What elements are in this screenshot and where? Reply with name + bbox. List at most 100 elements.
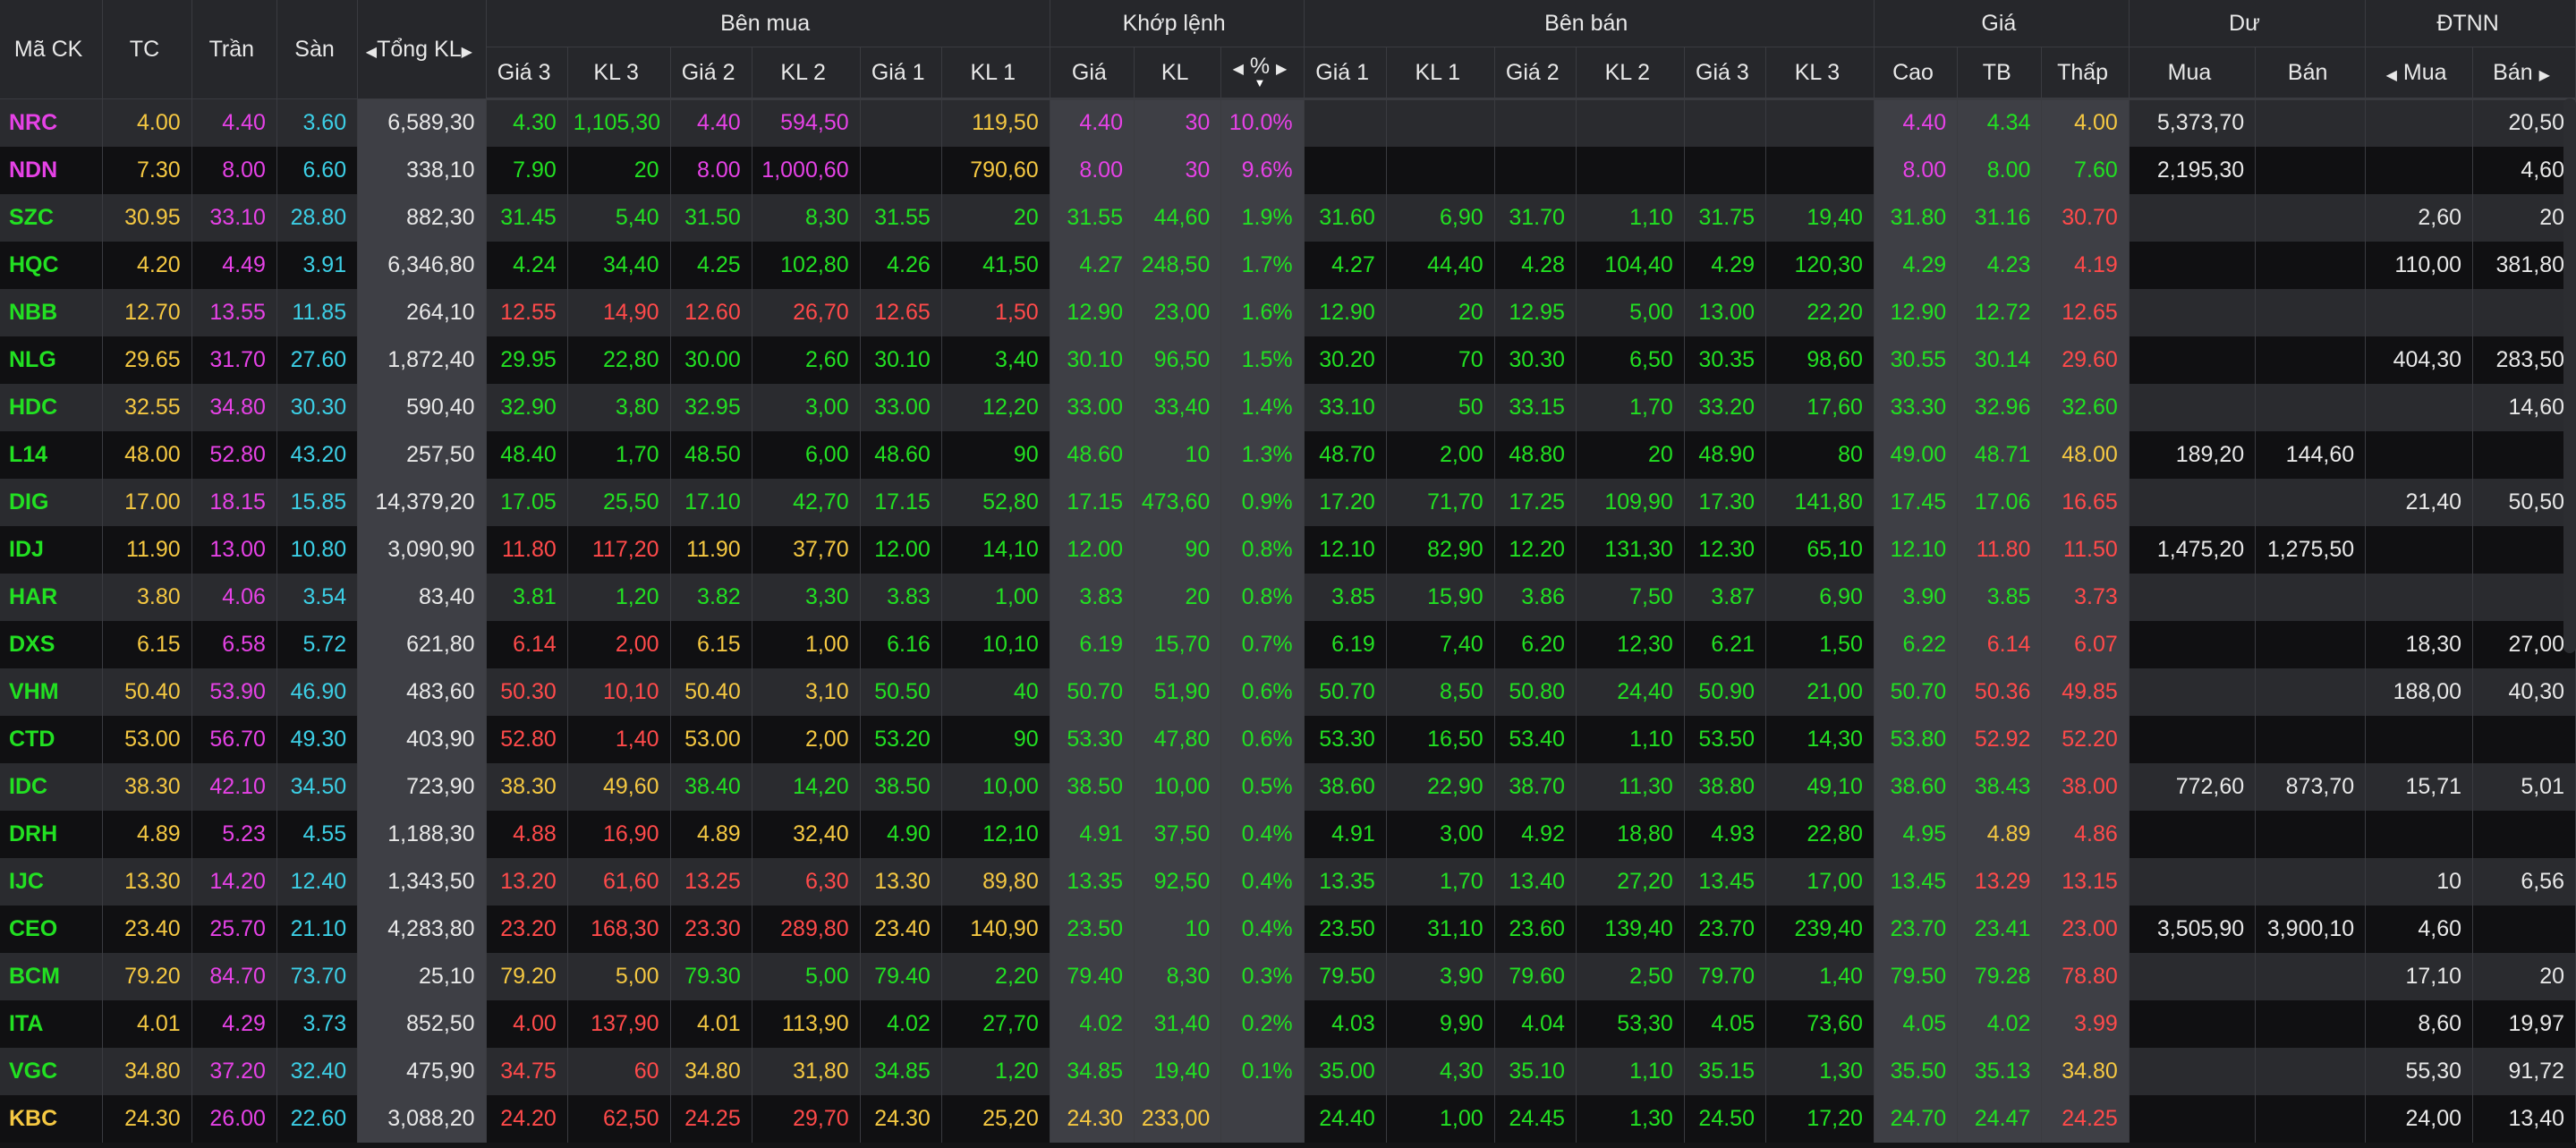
foreign-buy-cell: 17,10 bbox=[2365, 952, 2474, 1000]
symbol-cell[interactable]: DRH bbox=[0, 810, 104, 858]
symbol-cell[interactable]: DXS bbox=[0, 620, 104, 668]
col-ask-vol-3[interactable]: KL 3 bbox=[1765, 47, 1875, 100]
table-row[interactable]: ITA 4.01 4.29 3.73 852,50 4.00 137,90 4.01 113,9… bbox=[0, 999, 2576, 1048]
col-bid-vol-2[interactable]: KL 2 bbox=[752, 47, 861, 100]
table-row[interactable]: CTD 53.00 56.70 49.30 403,90 52.80 1,40 53.00 2,… bbox=[0, 715, 2576, 763]
symbol-cell[interactable]: NDN bbox=[0, 146, 104, 194]
symbol-cell[interactable]: BCM bbox=[0, 952, 104, 1000]
high-price-cell: 23.70 bbox=[1874, 905, 1959, 953]
symbol-cell[interactable]: ITA bbox=[0, 999, 104, 1048]
table-row[interactable]: NBB 12.70 13.55 11.85 264,10 12.55 14,90 12.60 2… bbox=[0, 288, 2576, 336]
table-row[interactable]: NLG 29.65 31.70 27.60 1,872,40 29.95 22,80 30.0… bbox=[0, 336, 2576, 384]
symbol-cell[interactable]: VGC bbox=[0, 1047, 104, 1095]
symbol-cell[interactable]: IDJ bbox=[0, 525, 104, 574]
col-match-pct[interactable]: ◀ % ▶ ▼ bbox=[1220, 47, 1305, 100]
table-row[interactable]: HAR 3.80 4.06 3.54 83,40 3.81 1,20 3.82 3,30 3.83… bbox=[0, 573, 2576, 621]
col-avg[interactable]: TB bbox=[1957, 47, 2043, 100]
arrow-left-icon[interactable]: ◀ bbox=[366, 45, 377, 60]
table-row[interactable]: DIG 17.00 18.15 15.85 14,379,20 17.05 25,50 17.… bbox=[0, 478, 2576, 526]
col-bid-price-1[interactable]: Giá 1 bbox=[860, 47, 942, 100]
symbol-cell[interactable]: IJC bbox=[0, 857, 104, 906]
col-match-vol[interactable]: KL bbox=[1134, 47, 1222, 100]
arrow-left-icon[interactable]: ◀ bbox=[2386, 68, 2397, 83]
col-total-volume[interactable]: ◀Tổng KL▶ bbox=[357, 0, 487, 99]
symbol-cell[interactable]: KBC bbox=[0, 1094, 104, 1143]
ref-price-cell: 24.30 bbox=[102, 1094, 192, 1143]
table-row[interactable]: BCM 79.20 84.70 73.70 25,10 79.20 5,00 79.30 5,0… bbox=[0, 952, 2576, 1000]
ask-price-2-cell: 35.10 bbox=[1494, 1047, 1577, 1095]
col-high[interactable]: Cao bbox=[1874, 47, 1959, 100]
ask-price-2-cell bbox=[1494, 146, 1577, 194]
col-foreign-buy[interactable]: ◀ Mua bbox=[2365, 47, 2474, 100]
symbol-cell[interactable]: VHM bbox=[0, 668, 104, 716]
col-ref[interactable]: TC bbox=[102, 0, 192, 99]
symbol-cell[interactable]: IDC bbox=[0, 762, 104, 811]
table-row[interactable]: IDJ 11.90 13.00 10.80 3,090,90 11.80 117,20 11.… bbox=[0, 525, 2576, 574]
symbol-cell[interactable]: NBB bbox=[0, 288, 104, 336]
symbol-cell[interactable]: HQC bbox=[0, 241, 104, 289]
match-price-cell: 48.60 bbox=[1050, 430, 1135, 479]
col-bid-price-3[interactable]: Giá 3 bbox=[486, 47, 568, 100]
table-row[interactable]: NDN 7.30 8.00 6.60 338,10 7.90 20 8.00 1,000,60 7… bbox=[0, 146, 2576, 194]
col-bid-price-2[interactable]: Giá 2 bbox=[670, 47, 752, 100]
bid-vol-3-cell: 1,40 bbox=[567, 715, 671, 763]
col-foreign-sell[interactable]: Bán ▶ bbox=[2472, 47, 2576, 100]
floor-price-cell: 28.80 bbox=[276, 193, 359, 242]
table-row[interactable]: SZC 30.95 33.10 28.80 882,30 31.45 5,40 31.50 8,… bbox=[0, 193, 2576, 242]
low-price-cell: 4.86 bbox=[2041, 810, 2130, 858]
table-row[interactable]: CEO 23.40 25.70 21.10 4,283,80 23.20 168,30 23.… bbox=[0, 905, 2576, 953]
table-row[interactable]: L14 48.00 52.80 43.20 257,50 48.40 1,70 48.50 6,… bbox=[0, 430, 2576, 479]
ask-vol-1-cell: 22,90 bbox=[1386, 762, 1495, 811]
col-ask-price-3[interactable]: Giá 3 bbox=[1684, 47, 1766, 100]
symbol-cell[interactable]: CTD bbox=[0, 715, 104, 763]
arrow-left-icon[interactable]: ◀ bbox=[1233, 62, 1244, 77]
bid-price-3-cell: 4.30 bbox=[486, 98, 568, 147]
table-row[interactable]: NRC 4.00 4.40 3.60 6,589,30 4.30 1,105,30 4.40 5… bbox=[0, 98, 2576, 147]
col-ask-vol-2[interactable]: KL 2 bbox=[1576, 47, 1685, 100]
vertical-scrollbar[interactable] bbox=[2563, 98, 2576, 653]
symbol-cell[interactable]: DIG bbox=[0, 478, 104, 526]
bid-vol-2-cell: 8,30 bbox=[752, 193, 861, 242]
symbol-cell[interactable]: HAR bbox=[0, 573, 104, 621]
ask-price-3-cell: 3.87 bbox=[1684, 573, 1766, 621]
symbol-cell[interactable]: NRC bbox=[0, 98, 104, 147]
arrow-right-icon[interactable]: ▶ bbox=[2539, 68, 2550, 83]
col-symbol[interactable]: Mã CK bbox=[0, 0, 104, 99]
table-row[interactable]: VGC 34.80 37.20 32.40 475,90 34.75 60 34.80 31,8… bbox=[0, 1047, 2576, 1095]
high-price-cell: 4.29 bbox=[1874, 241, 1959, 289]
arrow-right-icon[interactable]: ▶ bbox=[462, 45, 472, 60]
table-row[interactable]: VHM 50.40 53.90 46.90 483,60 50.30 10,10 50.40 3… bbox=[0, 668, 2576, 716]
col-low[interactable]: Thấp bbox=[2041, 47, 2130, 100]
table-row[interactable]: HDC 32.55 34.80 30.30 590,40 32.90 3,80 32.95 3,… bbox=[0, 383, 2576, 431]
col-ask-vol-1[interactable]: KL 1 bbox=[1386, 47, 1495, 100]
table-row[interactable]: IJC 13.30 14.20 12.40 1,343,50 13.20 61,60 13.2… bbox=[0, 857, 2576, 906]
bid-price-1-cell: 38.50 bbox=[860, 762, 942, 811]
table-row[interactable]: HQC 4.20 4.49 3.91 6,346,80 4.24 34,40 4.25 102,… bbox=[0, 241, 2576, 289]
symbol-cell[interactable]: NLG bbox=[0, 336, 104, 384]
col-remain-buy[interactable]: Mua bbox=[2129, 47, 2257, 100]
arrow-right-icon[interactable]: ▶ bbox=[1276, 62, 1287, 77]
ask-price-2-cell: 24.45 bbox=[1494, 1094, 1577, 1143]
remain-buy-cell bbox=[2129, 1047, 2257, 1095]
col-floor[interactable]: Sàn bbox=[276, 0, 359, 99]
col-bid-vol-3[interactable]: KL 3 bbox=[567, 47, 671, 100]
symbol-cell[interactable]: SZC bbox=[0, 193, 104, 242]
col-ask-price-1[interactable]: Giá 1 bbox=[1304, 47, 1387, 100]
ask-vol-3-cell: 1,30 bbox=[1765, 1047, 1875, 1095]
ask-price-2-cell: 12.20 bbox=[1494, 525, 1577, 574]
symbol-cell[interactable]: HDC bbox=[0, 383, 104, 431]
col-ask-price-2[interactable]: Giá 2 bbox=[1494, 47, 1577, 100]
col-ceiling[interactable]: Trần bbox=[191, 0, 277, 99]
table-row[interactable]: KBC 24.30 26.00 22.60 3,088,20 24.20 62,50 24.2… bbox=[0, 1094, 2576, 1143]
table-row[interactable]: IDC 38.30 42.10 34.50 723,90 38.30 49,60 38.40 1… bbox=[0, 762, 2576, 811]
table-row[interactable]: DXS 6.15 6.58 5.72 621,80 6.14 2,00 6.15 1,00 6.1… bbox=[0, 620, 2576, 668]
symbol-cell[interactable]: L14 bbox=[0, 430, 104, 479]
table-row[interactable]: DRH 4.89 5.23 4.55 1,188,30 4.88 16,90 4.89 32,4… bbox=[0, 810, 2576, 858]
high-price-cell: 31.80 bbox=[1874, 193, 1959, 242]
col-match-price[interactable]: Giá bbox=[1050, 47, 1135, 100]
bid-price-1-cell: 4.26 bbox=[860, 241, 942, 289]
symbol-cell[interactable]: CEO bbox=[0, 905, 104, 953]
match-pct-cell: 1.6% bbox=[1220, 288, 1305, 336]
col-remain-sell[interactable]: Bán bbox=[2255, 47, 2367, 100]
col-bid-vol-1[interactable]: KL 1 bbox=[941, 47, 1050, 100]
